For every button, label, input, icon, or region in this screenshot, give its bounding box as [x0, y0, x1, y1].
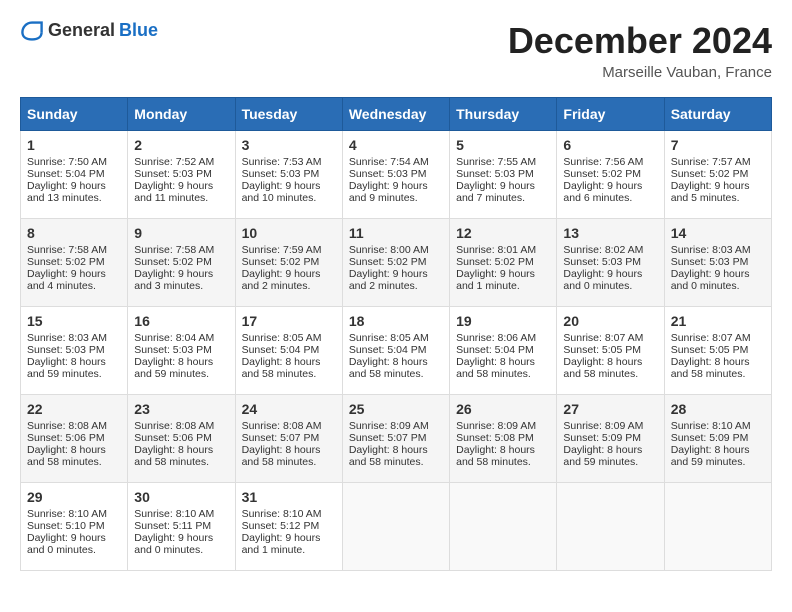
logo-general: General: [48, 20, 115, 41]
table-row: 4 Sunrise: 7:54 AM Sunset: 5:03 PM Dayli…: [342, 131, 449, 219]
table-row: 20 Sunrise: 8:07 AM Sunset: 5:05 PM Dayl…: [557, 307, 664, 395]
logo: GeneralBlue: [20, 20, 158, 41]
calendar-subtitle: Marseille Vauban, France: [508, 64, 772, 81]
table-row: 24 Sunrise: 8:08 AM Sunset: 5:07 PM Dayl…: [235, 395, 342, 483]
table-row: 16 Sunrise: 8:04 AM Sunset: 5:03 PM Dayl…: [128, 307, 235, 395]
logo-blue: Blue: [119, 20, 158, 41]
table-row: 15 Sunrise: 8:03 AM Sunset: 5:03 PM Dayl…: [21, 307, 128, 395]
table-row: 11 Sunrise: 8:00 AM Sunset: 5:02 PM Dayl…: [342, 219, 449, 307]
table-row: 6 Sunrise: 7:56 AM Sunset: 5:02 PM Dayli…: [557, 131, 664, 219]
table-row: 31 Sunrise: 8:10 AM Sunset: 5:12 PM Dayl…: [235, 483, 342, 571]
table-row: 5 Sunrise: 7:55 AM Sunset: 5:03 PM Dayli…: [450, 131, 557, 219]
calendar-table: Sunday Monday Tuesday Wednesday Thursday…: [20, 97, 772, 571]
col-sunday: Sunday: [21, 98, 128, 131]
table-row: 13 Sunrise: 8:02 AM Sunset: 5:03 PM Dayl…: [557, 219, 664, 307]
table-row: 26 Sunrise: 8:09 AM Sunset: 5:08 PM Dayl…: [450, 395, 557, 483]
table-row: 21 Sunrise: 8:07 AM Sunset: 5:05 PM Dayl…: [664, 307, 771, 395]
table-row: 29 Sunrise: 8:10 AM Sunset: 5:10 PM Dayl…: [21, 483, 128, 571]
table-row: 22 Sunrise: 8:08 AM Sunset: 5:06 PM Dayl…: [21, 395, 128, 483]
col-wednesday: Wednesday: [342, 98, 449, 131]
col-tuesday: Tuesday: [235, 98, 342, 131]
table-row: 1 Sunrise: 7:50 AM Sunset: 5:04 PM Dayli…: [21, 131, 128, 219]
table-row: 2 Sunrise: 7:52 AM Sunset: 5:03 PM Dayli…: [128, 131, 235, 219]
table-row: 17 Sunrise: 8:05 AM Sunset: 5:04 PM Dayl…: [235, 307, 342, 395]
empty-cell: [557, 483, 664, 571]
col-saturday: Saturday: [664, 98, 771, 131]
table-row: 25 Sunrise: 8:09 AM Sunset: 5:07 PM Dayl…: [342, 395, 449, 483]
table-row: 19 Sunrise: 8:06 AM Sunset: 5:04 PM Dayl…: [450, 307, 557, 395]
col-friday: Friday: [557, 98, 664, 131]
empty-cell: [450, 483, 557, 571]
col-thursday: Thursday: [450, 98, 557, 131]
table-row: 7 Sunrise: 7:57 AM Sunset: 5:02 PM Dayli…: [664, 131, 771, 219]
table-row: 18 Sunrise: 8:05 AM Sunset: 5:04 PM Dayl…: [342, 307, 449, 395]
col-monday: Monday: [128, 98, 235, 131]
table-row: 3 Sunrise: 7:53 AM Sunset: 5:03 PM Dayli…: [235, 131, 342, 219]
table-row: 23 Sunrise: 8:08 AM Sunset: 5:06 PM Dayl…: [128, 395, 235, 483]
table-row: 9 Sunrise: 7:58 AM Sunset: 5:02 PM Dayli…: [128, 219, 235, 307]
empty-cell: [664, 483, 771, 571]
table-row: 28 Sunrise: 8:10 AM Sunset: 5:09 PM Dayl…: [664, 395, 771, 483]
table-row: 14 Sunrise: 8:03 AM Sunset: 5:03 PM Dayl…: [664, 219, 771, 307]
table-row: 8 Sunrise: 7:58 AM Sunset: 5:02 PM Dayli…: [21, 219, 128, 307]
table-row: 27 Sunrise: 8:09 AM Sunset: 5:09 PM Dayl…: [557, 395, 664, 483]
empty-cell: [342, 483, 449, 571]
table-row: 30 Sunrise: 8:10 AM Sunset: 5:11 PM Dayl…: [128, 483, 235, 571]
calendar-title: December 2024: [508, 20, 772, 62]
table-row: 12 Sunrise: 8:01 AM Sunset: 5:02 PM Dayl…: [450, 219, 557, 307]
table-row: 10 Sunrise: 7:59 AM Sunset: 5:02 PM Dayl…: [235, 219, 342, 307]
